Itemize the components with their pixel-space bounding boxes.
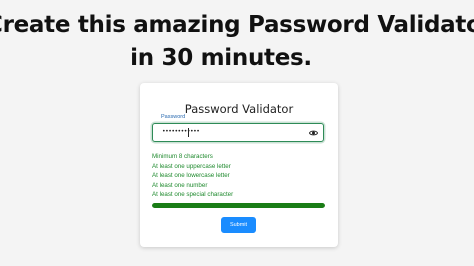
headline-line-2: in 30 minutes. xyxy=(130,45,312,71)
rule-special-character: At least one special character xyxy=(152,191,234,199)
headline-line-1: Create this amazing Password Validator xyxy=(0,12,474,38)
submit-button[interactable]: Submit xyxy=(221,217,256,233)
eye-icon[interactable] xyxy=(309,129,318,137)
strength-meter-fill xyxy=(152,203,325,208)
password-rules-list: Minimum 8 characters At least one upperc… xyxy=(152,152,233,200)
text-caret xyxy=(188,128,189,137)
rule-number: At least one number xyxy=(152,181,208,189)
strength-meter xyxy=(152,203,325,208)
rule-uppercase: At least one uppercase letter xyxy=(152,162,231,170)
password-validator-card: Password Validator Password ••••••••••••… xyxy=(140,83,338,247)
password-value: •••••••••••• xyxy=(162,128,200,135)
rule-lowercase: At least one lowercase letter xyxy=(152,172,230,180)
password-label: Password xyxy=(161,114,186,120)
password-input[interactable]: •••••••••••• xyxy=(152,123,324,142)
rule-min-length: Minimum 8 characters xyxy=(152,153,213,160)
